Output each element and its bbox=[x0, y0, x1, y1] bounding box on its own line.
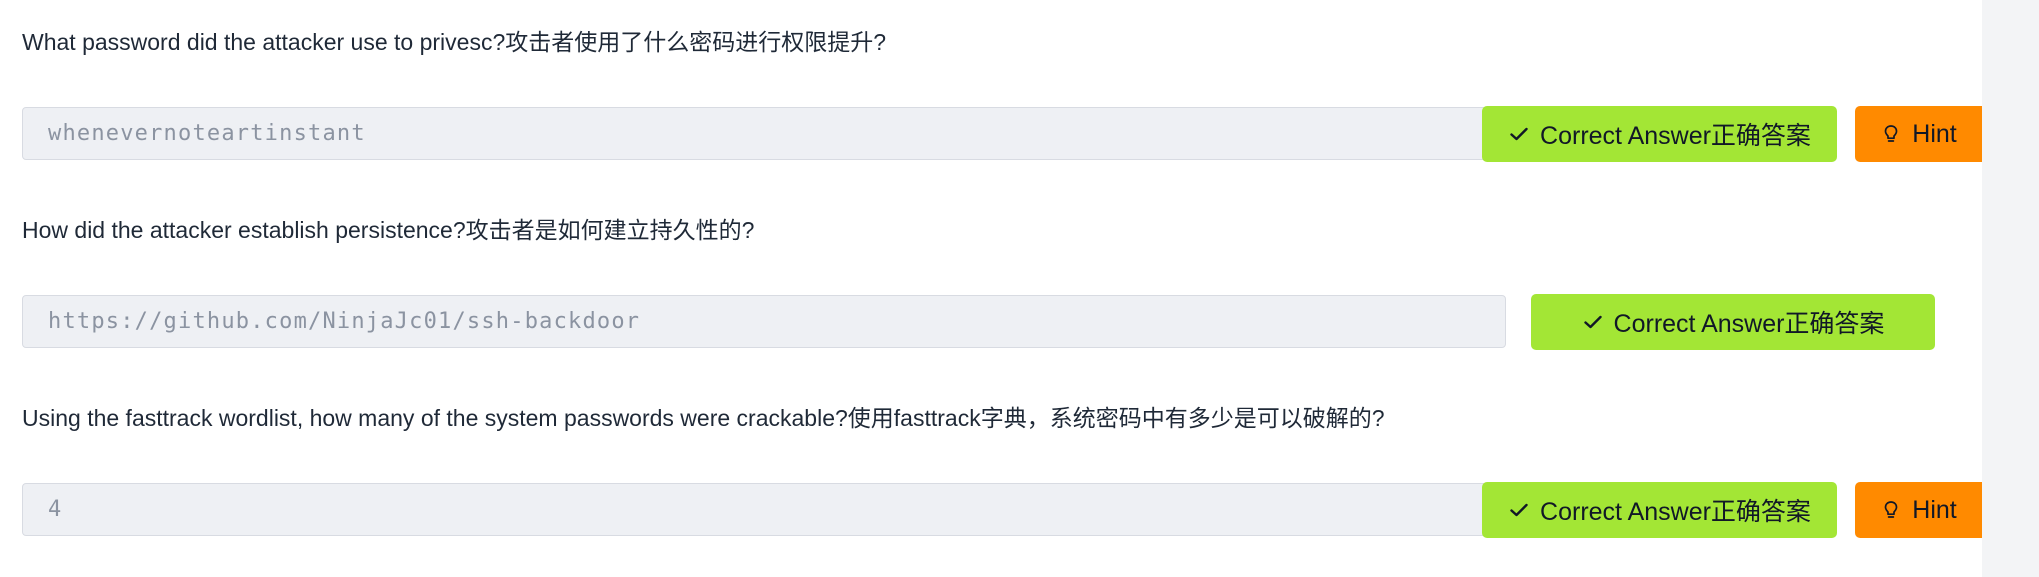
correct-answer-button-2[interactable]: Correct Answer正确答案 bbox=[1531, 294, 1935, 350]
correct-answer-label-1: Correct Answer正确答案 bbox=[1540, 122, 1811, 150]
hint-button-1[interactable]: Hint bbox=[1855, 106, 1982, 162]
question-3-text: Using the fasttrack wordlist, how many o… bbox=[22, 405, 1385, 431]
hint-label-3: Hint bbox=[1912, 495, 1957, 524]
checkmark-icon bbox=[1582, 311, 1604, 333]
hint-button-3[interactable]: Hint bbox=[1855, 482, 1982, 538]
lightbulb-icon bbox=[1880, 499, 1902, 521]
task-questions-panel: What password did the attacker use to pr… bbox=[0, 0, 1982, 577]
lightbulb-icon bbox=[1880, 123, 1902, 145]
checkmark-icon bbox=[1508, 499, 1530, 521]
correct-answer-label-2: Correct Answer正确答案 bbox=[1613, 310, 1885, 338]
answer-field-1[interactable]: whenevernoteartinstant bbox=[22, 107, 1508, 160]
question-2-text: How did the attacker establish persisten… bbox=[22, 217, 755, 243]
question-1-text: What password did the attacker use to pr… bbox=[22, 29, 887, 55]
checkmark-icon bbox=[1508, 123, 1530, 145]
hint-label-1: Hint bbox=[1912, 119, 1957, 148]
correct-answer-button-3[interactable]: Correct Answer正确答案 bbox=[1482, 482, 1837, 538]
correct-answer-label-3: Correct Answer正确答案 bbox=[1540, 498, 1811, 526]
answer-field-3[interactable]: 4 bbox=[22, 483, 1508, 536]
scrollbar-gutter[interactable] bbox=[1982, 0, 2039, 577]
correct-answer-button-1[interactable]: Correct Answer正确答案 bbox=[1482, 106, 1837, 162]
answer-field-2[interactable]: https://github.com/NinjaJc01/ssh-backdoo… bbox=[22, 295, 1506, 348]
